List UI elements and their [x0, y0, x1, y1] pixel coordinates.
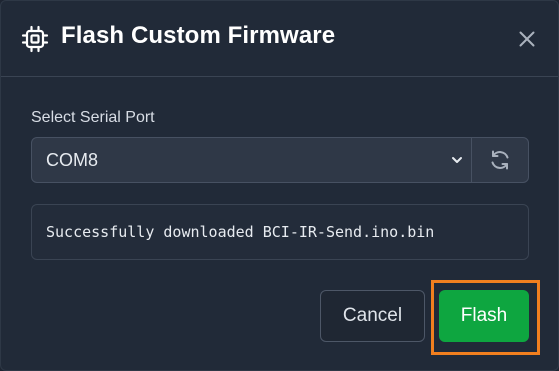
chevron-down-icon [452, 157, 462, 163]
refresh-ports-button[interactable] [472, 137, 529, 183]
flash-firmware-dialog: Flash Custom Firmware Select Serial Port… [0, 0, 559, 371]
serial-port-input-group: COM8 [31, 137, 529, 183]
flash-button[interactable]: Flash [439, 290, 529, 342]
refresh-icon [491, 150, 509, 170]
cancel-button[interactable]: Cancel [320, 290, 425, 342]
serial-port-label: Select Serial Port [31, 109, 155, 126]
serial-port-select[interactable]: COM8 [31, 137, 472, 183]
close-button[interactable] [513, 25, 541, 53]
close-icon [519, 31, 535, 47]
dialog-title: Flash Custom Firmware [61, 22, 336, 49]
dialog-header: Flash Custom Firmware [1, 1, 558, 77]
chip-icon [21, 25, 49, 53]
status-message: Successfully downloaded BCI-IR-Send.ino.… [46, 223, 435, 241]
selected-port-value: COM8 [46, 150, 99, 170]
status-message-box: Successfully downloaded BCI-IR-Send.ino.… [31, 204, 529, 260]
